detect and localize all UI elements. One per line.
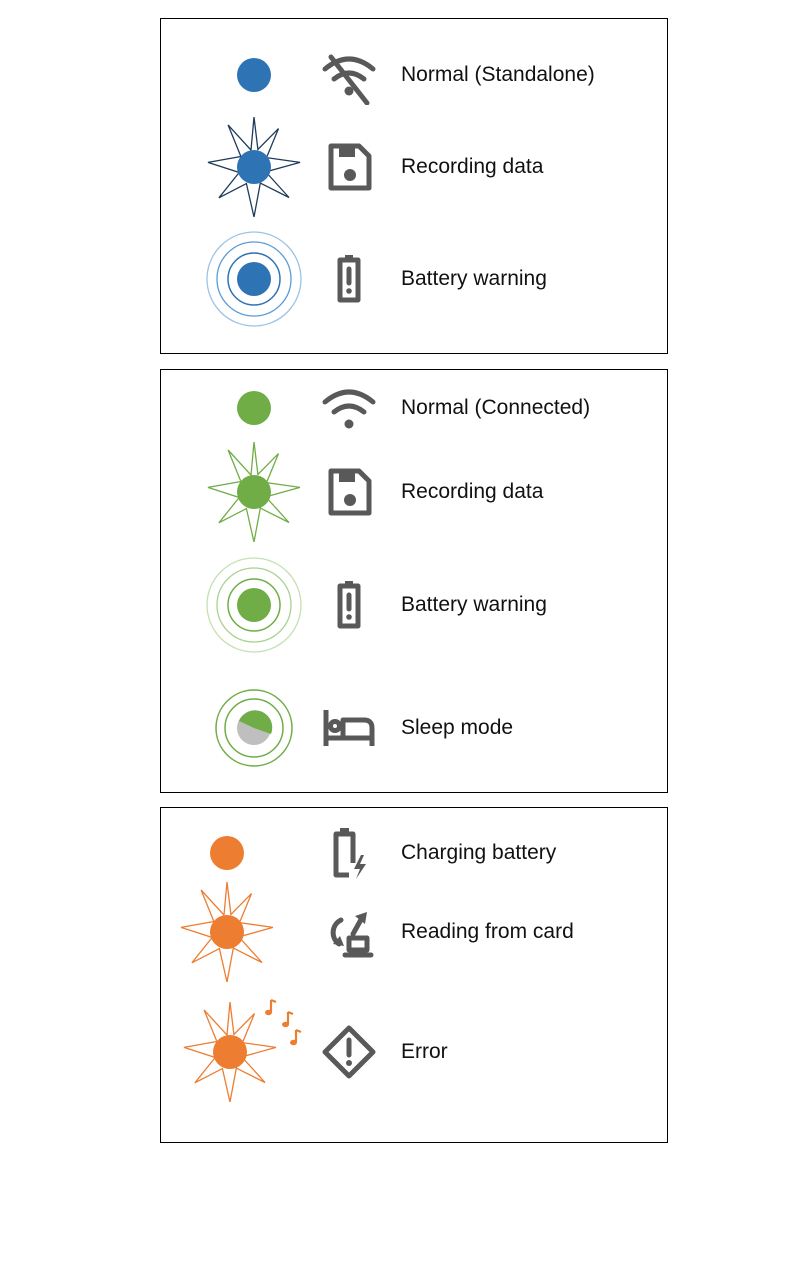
- battery-charging-icon: [319, 823, 379, 883]
- status-row-recording-connected: Recording data: [161, 442, 667, 542]
- status-row-recording-standalone: Recording data: [161, 117, 667, 217]
- status-label: Sleep mode: [401, 716, 514, 739]
- bed-icon: [319, 698, 379, 758]
- battery-alert-icon: [319, 575, 379, 635]
- status-row-battery-standalone: Battery warning: [161, 229, 667, 329]
- card-read-icon: [319, 902, 379, 962]
- error-diamond-icon: [319, 1022, 379, 1082]
- connected-panel: Normal (Connected) Recording data Batter…: [160, 369, 668, 793]
- status-label: Battery warning: [401, 267, 547, 290]
- status-row-normal-standalone: Normal (Standalone): [161, 25, 667, 125]
- battery-alert-icon: [319, 249, 379, 309]
- status-row-sleep-mode: Sleep mode: [161, 678, 667, 778]
- status-label: Recording data: [401, 155, 544, 178]
- standalone-panel: Normal (Standalone) Recording data Batte…: [160, 18, 668, 354]
- wifi-icon: [319, 378, 379, 438]
- status-label: Charging battery: [401, 841, 557, 864]
- status-row-battery-connected: Battery warning: [161, 555, 667, 655]
- wifi-off-icon: [319, 45, 379, 105]
- status-label: Normal (Connected): [401, 396, 591, 419]
- status-label: Reading from card: [401, 920, 574, 943]
- save-icon: [319, 137, 379, 197]
- beep-icon: [259, 996, 305, 1056]
- status-row-error: Error: [161, 998, 667, 1102]
- status-label: Normal (Standalone): [401, 63, 595, 86]
- orange-status-panel: Charging battery Reading from card Error: [160, 807, 668, 1143]
- save-icon: [319, 462, 379, 522]
- status-label: Recording data: [401, 480, 544, 503]
- status-row-reading-card: Reading from card: [161, 882, 667, 982]
- status-label: Battery warning: [401, 593, 547, 616]
- status-label: Error: [401, 1040, 448, 1063]
